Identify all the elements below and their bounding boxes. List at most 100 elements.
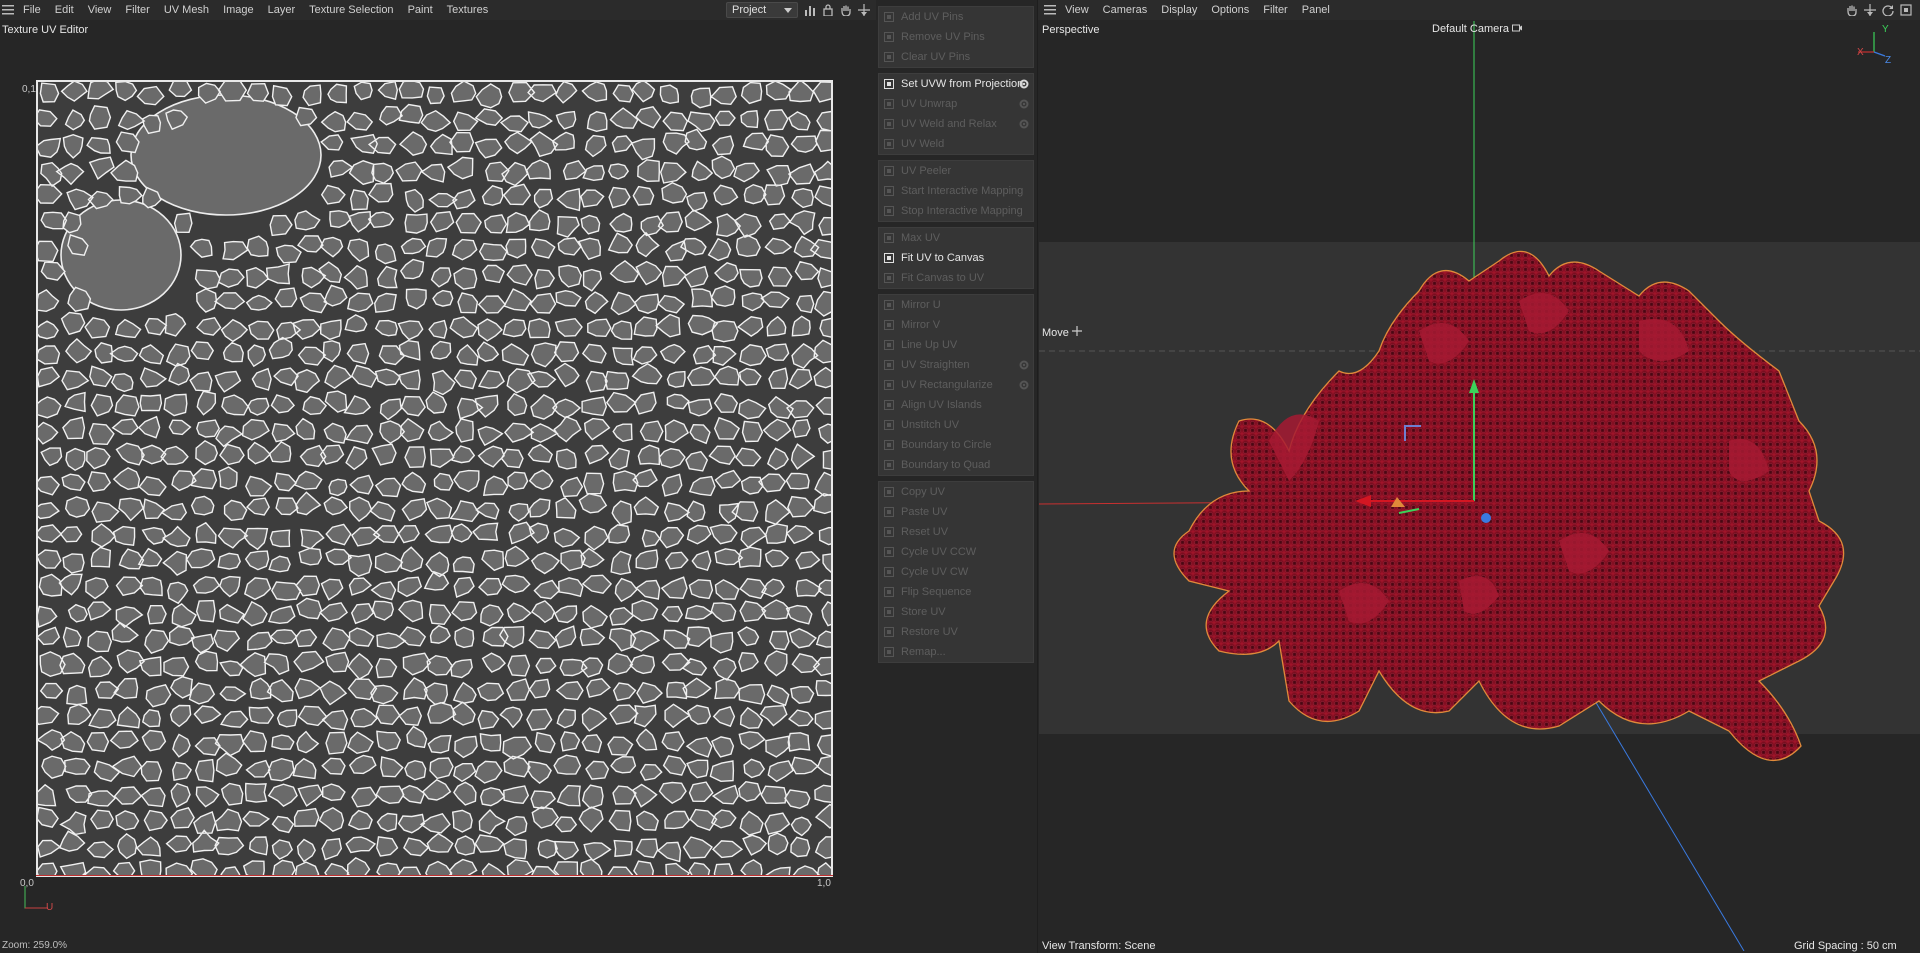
uv-label-bottom-right: 1,0 [817, 878, 831, 889]
menu-edit[interactable]: Edit [48, 4, 81, 16]
viewport-menu-cameras[interactable]: Cameras [1096, 4, 1155, 16]
tool-restore-uv[interactable]: Restore UV [879, 622, 1033, 642]
uv-label-top-left: 0,1 [22, 84, 36, 95]
close-icon [883, 51, 895, 63]
lock-icon[interactable] [821, 2, 835, 18]
tool-clear-uv-pins[interactable]: Clear UV Pins [879, 47, 1033, 67]
gear-icon[interactable] [1018, 98, 1030, 110]
tool-unstitch-uv[interactable]: Unstitch UV [879, 415, 1033, 435]
menu-file[interactable]: File [16, 4, 48, 16]
tool-label: Remove UV Pins [901, 31, 985, 43]
viewport-menu-view[interactable]: View [1058, 4, 1096, 16]
tool-boundary-to-quad[interactable]: Boundary to Quad [879, 455, 1033, 475]
viewport-scene [1039, 21, 1920, 951]
menu-filter[interactable]: Filter [118, 4, 156, 16]
view-transform-label: View Transform: Scene [1042, 940, 1156, 952]
tool-flip-sequence[interactable]: Flip Sequence [879, 582, 1033, 602]
move-arrows-icon[interactable] [857, 2, 871, 18]
tool-boundary-to-circle[interactable]: Boundary to Circle [879, 435, 1033, 455]
tool-uv-weld[interactable]: UV Weld [879, 134, 1033, 154]
tool-uv-straighten[interactable]: UV Straighten [879, 355, 1033, 375]
histogram-icon[interactable] [803, 2, 817, 18]
viewport-menu-display[interactable]: Display [1154, 4, 1204, 16]
viewport-menu-filter[interactable]: Filter [1256, 4, 1294, 16]
tool-copy-uv[interactable]: Copy UV [879, 482, 1033, 502]
tool-line-up-uv[interactable]: Line Up UV [879, 335, 1033, 355]
copy-icon [883, 486, 895, 498]
tool-label: Mirror V [901, 319, 941, 331]
tool-uv-weld-and-relax[interactable]: UV Weld and Relax [879, 114, 1033, 134]
menu-image[interactable]: Image [216, 4, 261, 16]
menu-view[interactable]: View [81, 4, 119, 16]
tool-set-uvw-from-projection[interactable]: Set UVW from Projection [879, 74, 1033, 94]
menu-texture-selection[interactable]: Texture Selection [302, 4, 400, 16]
tool-reset-uv[interactable]: Reset UV [879, 522, 1033, 542]
viewport-move-icon[interactable] [1863, 2, 1877, 18]
viewport-hamburger-icon[interactable] [1042, 0, 1058, 20]
viewport-menu-panel[interactable]: Panel [1295, 4, 1337, 16]
viewport-rotate-icon[interactable] [1881, 2, 1895, 18]
remap-icon [883, 646, 895, 658]
tool-stop-interactive-mapping[interactable]: Stop Interactive Mapping [879, 201, 1033, 221]
rect-icon [883, 379, 895, 391]
tool-uv-rectangularize[interactable]: UV Rectangularize [879, 375, 1033, 395]
tool-label: Stop Interactive Mapping [901, 205, 1023, 217]
tool-align-uv-islands[interactable]: Align UV Islands [879, 395, 1033, 415]
uv-axis-u-label: U [46, 902, 54, 913]
lineup-icon [883, 339, 895, 351]
pan-hand-icon[interactable] [839, 2, 853, 18]
projection-icon [883, 78, 895, 90]
tool-cycle-uv-ccw[interactable]: Cycle UV CCW [879, 542, 1033, 562]
unstitch-icon [883, 419, 895, 431]
viewport-maximize-icon[interactable] [1899, 2, 1913, 18]
tool-max-uv[interactable]: Max UV [879, 228, 1033, 248]
fit-icon [883, 272, 895, 284]
tool-label: Boundary to Circle [901, 439, 992, 451]
tool-label: Mirror U [901, 299, 941, 311]
tool-store-uv[interactable]: Store UV [879, 602, 1033, 622]
axis-y-label: Y [1882, 24, 1889, 35]
menu-textures[interactable]: Textures [440, 4, 496, 16]
menu-layer[interactable]: Layer [261, 4, 303, 16]
tool-fit-canvas-to-uv[interactable]: Fit Canvas to UV [879, 268, 1033, 288]
reset-icon [883, 526, 895, 538]
project-dropdown-value: Project [732, 4, 767, 16]
tool-cycle-uv-cw[interactable]: Cycle UV CW [879, 562, 1033, 582]
weld-icon [883, 138, 895, 150]
viewport-menu-options[interactable]: Options [1204, 4, 1256, 16]
tool-uv-unwrap[interactable]: UV Unwrap [879, 94, 1033, 114]
project-dropdown[interactable]: Project [726, 2, 798, 18]
background-upper [1039, 21, 1920, 242]
tool-label: UV Unwrap [901, 98, 958, 110]
viewport-pan-icon[interactable] [1845, 2, 1859, 18]
gear-icon[interactable] [1018, 78, 1030, 90]
tool-paste-uv[interactable]: Paste UV [879, 502, 1033, 522]
camera-name: Default Camera [1432, 23, 1510, 35]
tool-label: Cycle UV CW [901, 566, 969, 578]
menu-uv-mesh[interactable]: UV Mesh [157, 4, 216, 16]
tool-add-uv-pins[interactable]: Add UV Pins [879, 7, 1033, 27]
tool-group: Max UV Fit UV to Canvas Fit Canvas to UV [878, 227, 1034, 289]
restore-icon [883, 626, 895, 638]
flip-icon [883, 586, 895, 598]
tool-mirror-u[interactable]: Mirror U [879, 295, 1033, 315]
paste-icon [883, 506, 895, 518]
menu-paint[interactable]: Paint [401, 4, 440, 16]
gear-icon[interactable] [1018, 379, 1030, 391]
tool-remap[interactable]: Remap... [879, 642, 1033, 662]
tool-uv-peeler[interactable]: UV Peeler [879, 161, 1033, 181]
hamburger-icon[interactable] [0, 0, 16, 20]
tool-mirror-v[interactable]: Mirror V [879, 315, 1033, 335]
camera-selector[interactable]: Default Camera [1432, 23, 1523, 35]
tool-label: UV Peeler [901, 165, 952, 177]
tool-label: UV Rectangularize [901, 379, 993, 391]
gear-icon[interactable] [1018, 118, 1030, 130]
move-tool-label: Move [1042, 326, 1069, 339]
uv-canvas[interactable] [36, 80, 833, 877]
viewport-3d-area[interactable] [1039, 21, 1920, 951]
tool-start-interactive-mapping[interactable]: Start Interactive Mapping [879, 181, 1033, 201]
gear-icon[interactable] [1018, 359, 1030, 371]
tool-fit-uv-to-canvas[interactable]: Fit UV to Canvas [879, 248, 1033, 268]
quad-icon [883, 459, 895, 471]
tool-remove-uv-pins[interactable]: Remove UV Pins [879, 27, 1033, 47]
